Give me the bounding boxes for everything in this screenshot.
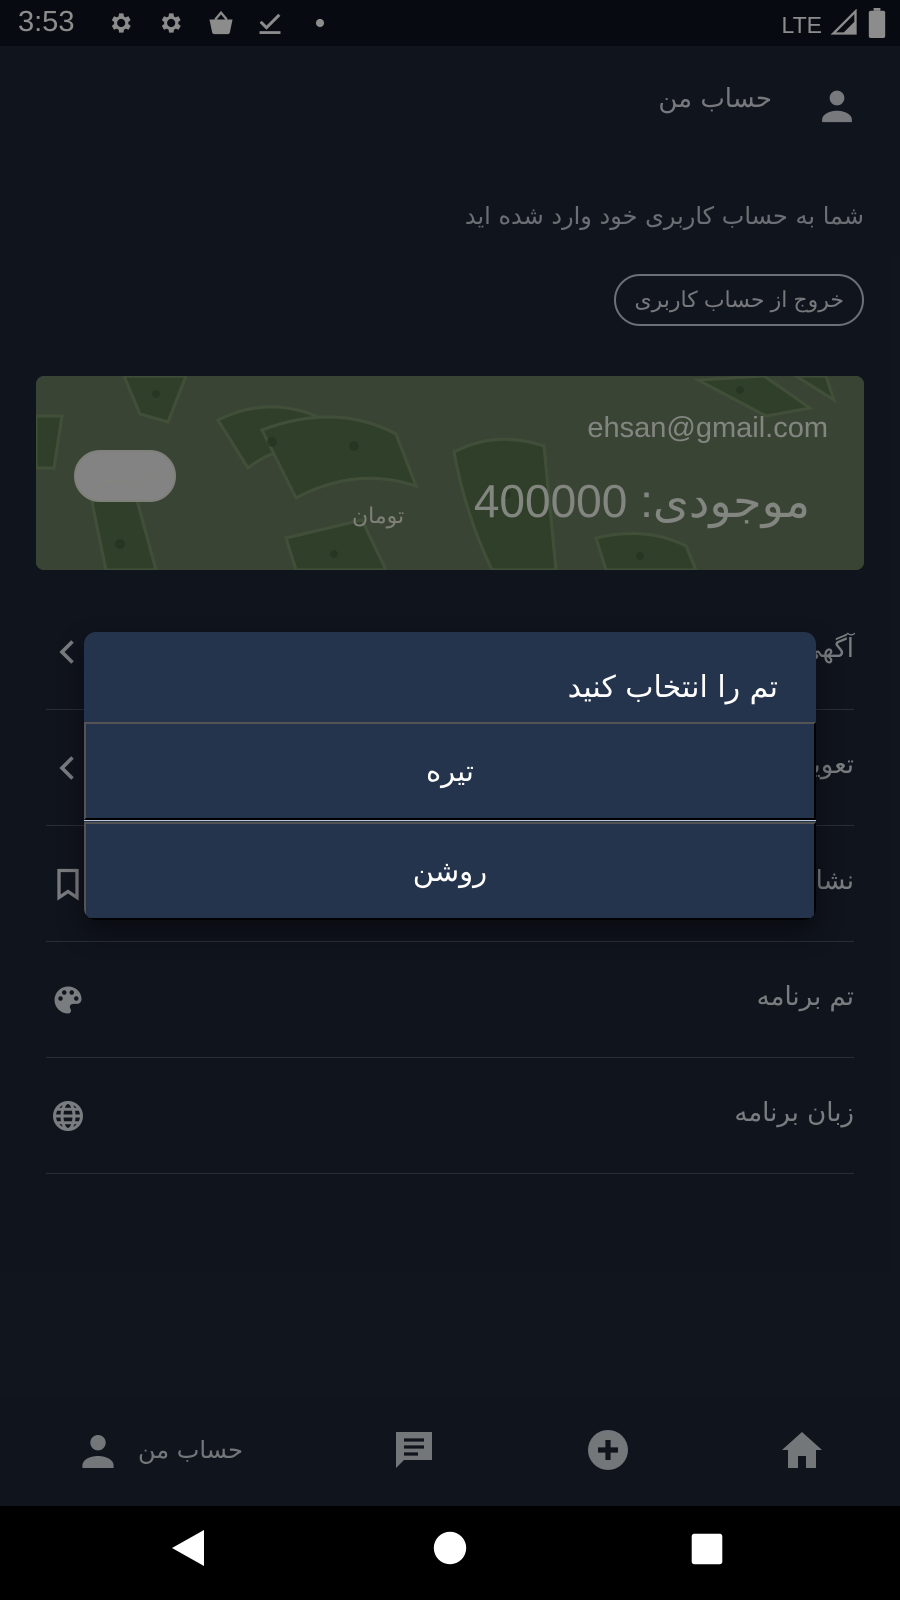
theme-dialog: تم را انتخاب کنید تیره روشن (84, 632, 816, 920)
recents-icon[interactable] (690, 1532, 724, 1570)
theme-option-light[interactable]: روشن (84, 822, 816, 920)
back-icon[interactable] (170, 1528, 206, 1572)
system-navigation-bar (0, 1506, 900, 1600)
home-circle-icon[interactable] (432, 1530, 468, 1570)
dialog-title: تم را انتخاب کنید (567, 670, 778, 705)
theme-option-dark[interactable]: تیره (84, 722, 816, 820)
dialog-divider (84, 820, 816, 821)
screen: 3:53 LTE حساب من شما به حساب کاربری خود … (0, 0, 900, 1600)
